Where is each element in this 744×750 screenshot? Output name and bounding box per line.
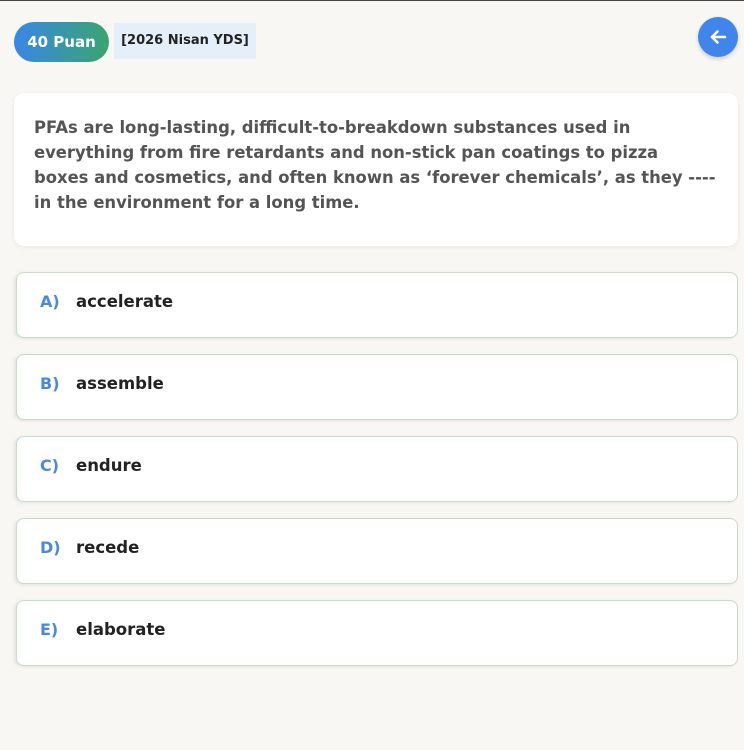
- top-bar: 40 Puan [2026 Nisan YDS]: [14, 17, 738, 62]
- arrow-left-icon: [710, 30, 727, 44]
- question-card: PFAs are long-lasting, difficult-to-brea…: [14, 93, 738, 246]
- option-letter: C): [40, 456, 60, 475]
- option-letter: B): [40, 374, 60, 393]
- option-text: assemble: [76, 374, 164, 393]
- option-d[interactable]: D) recede: [16, 518, 738, 584]
- back-button[interactable]: [698, 17, 738, 57]
- points-badge: 40 Puan: [14, 22, 109, 62]
- option-b[interactable]: B) assemble: [16, 354, 738, 420]
- option-letter: D): [40, 538, 61, 557]
- question-text: PFAs are long-lasting, difficult-to-brea…: [34, 118, 716, 212]
- option-c[interactable]: C) endure: [16, 436, 738, 502]
- option-letter: E): [40, 620, 59, 639]
- answer-options: A) accelerate B) assemble C) endure D) r…: [16, 272, 738, 682]
- option-e[interactable]: E) elaborate: [16, 600, 738, 666]
- option-text: endure: [76, 456, 142, 475]
- option-letter: A): [40, 292, 60, 311]
- option-text: recede: [76, 538, 140, 557]
- option-a[interactable]: A) accelerate: [16, 272, 738, 338]
- option-text: elaborate: [76, 620, 166, 639]
- exam-tag: [2026 Nisan YDS]: [114, 23, 256, 59]
- option-text: accelerate: [76, 292, 174, 311]
